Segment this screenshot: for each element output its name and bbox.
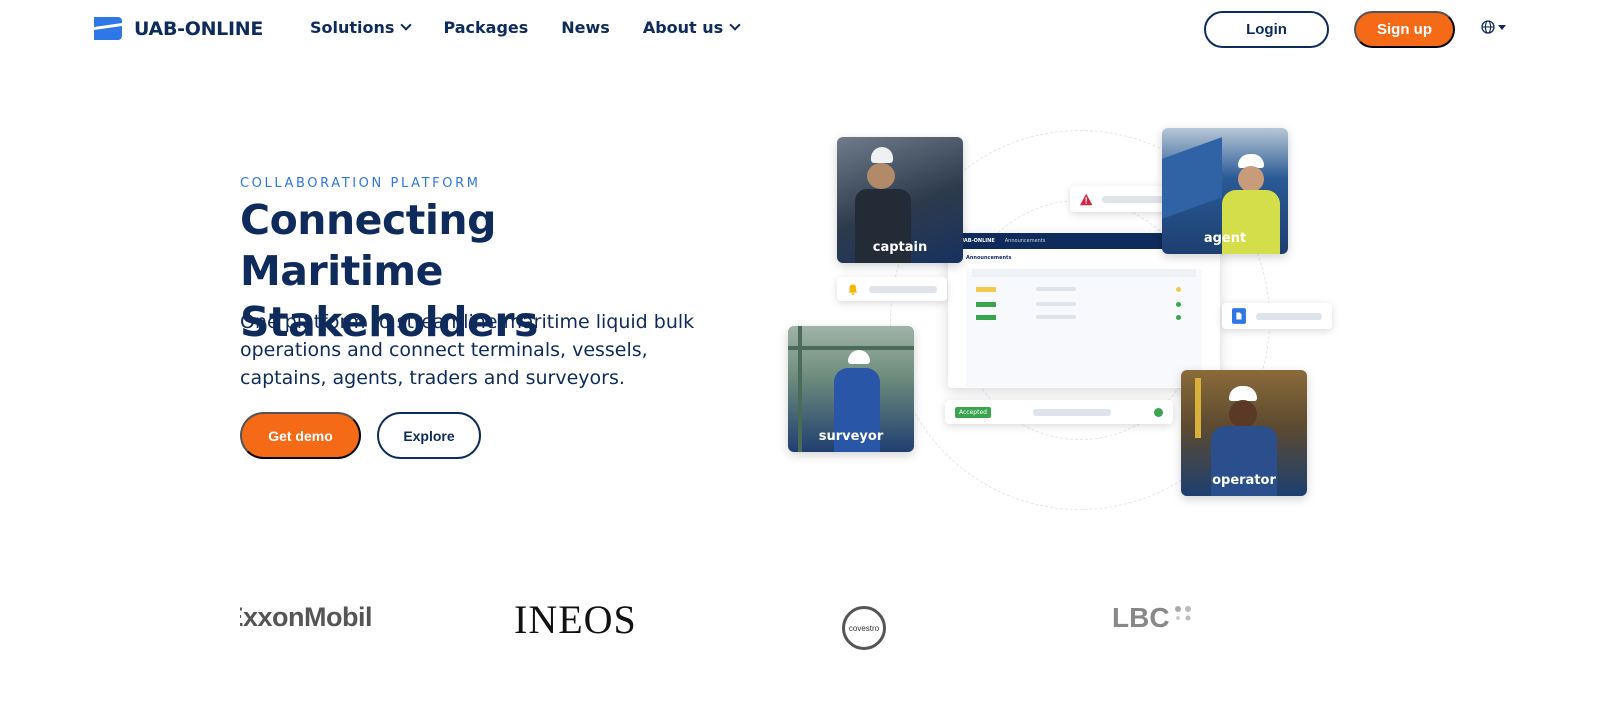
nav-solutions-label: Solutions bbox=[310, 18, 395, 37]
nav-news-label: News bbox=[561, 18, 610, 37]
hero-eyebrow: COLLABORATION PLATFORM bbox=[240, 176, 481, 191]
lbc-dots-icon bbox=[1174, 606, 1191, 621]
partner-name-exxonmobil: ExxonMobil bbox=[240, 602, 372, 632]
partner-name-ineos: INEOS bbox=[514, 597, 637, 642]
partner-logo-covestro: covestro bbox=[842, 606, 886, 650]
brand-logo-icon bbox=[94, 17, 122, 40]
partner-logos: ExxonMobil INEOS covestro LBC bbox=[0, 590, 1600, 660]
dashboard-tab: Announcements bbox=[1004, 238, 1046, 244]
caret-down-icon bbox=[1498, 24, 1506, 30]
bell-notification bbox=[837, 277, 947, 301]
surveyor-photo: surveyor bbox=[788, 326, 914, 452]
partner-name-lbc: LBC bbox=[1112, 602, 1170, 633]
dashboard-brand: UAB-ONLINE bbox=[960, 238, 995, 244]
document-notification bbox=[1222, 303, 1332, 329]
login-button[interactable]: Login bbox=[1204, 11, 1329, 48]
nav-news[interactable]: News bbox=[561, 18, 610, 37]
main-nav: Solutions Packages News About us bbox=[310, 18, 741, 37]
globe-icon bbox=[1481, 20, 1495, 34]
accepted-badge: Accepted bbox=[955, 406, 991, 418]
explore-button[interactable]: Explore bbox=[377, 412, 481, 459]
hero-description: One platform to streamline maritime liqu… bbox=[240, 311, 695, 389]
hero-illustration: UAB-ONLINE Announcements Announcements A… bbox=[788, 120, 1370, 530]
language-selector[interactable] bbox=[1481, 20, 1506, 34]
warning-icon bbox=[1080, 193, 1093, 205]
get-demo-button[interactable]: Get demo bbox=[240, 412, 361, 459]
agent-photo: agent bbox=[1162, 128, 1288, 254]
partner-logo-lbc: LBC bbox=[1112, 602, 1194, 634]
role-label-surveyor: surveyor bbox=[818, 429, 884, 444]
nav-solutions[interactable]: Solutions bbox=[310, 18, 413, 37]
operator-photo: operator bbox=[1181, 370, 1307, 496]
role-label-operator: operator bbox=[1212, 473, 1276, 488]
status-row: Accepted bbox=[945, 400, 1173, 424]
nav-packages[interactable]: Packages bbox=[443, 18, 528, 37]
site-header: UAB-ONLINE Solutions Packages News About… bbox=[0, 0, 1600, 58]
role-label-captain: captain bbox=[872, 240, 928, 255]
partner-logo-exxonmobil: ExxonMobil bbox=[240, 602, 372, 633]
chevron-down-icon bbox=[400, 19, 413, 31]
nav-about-us[interactable]: About us bbox=[642, 18, 741, 37]
nav-about-us-label: About us bbox=[642, 18, 724, 37]
nav-packages-label: Packages bbox=[443, 18, 529, 37]
document-icon bbox=[1232, 308, 1246, 324]
partner-logo-ineos: INEOS bbox=[514, 596, 637, 643]
bell-icon bbox=[848, 284, 858, 295]
signup-button[interactable]: Sign up bbox=[1354, 11, 1455, 48]
captain-photo: captain bbox=[837, 137, 963, 263]
brand-name: UAB-ONLINE bbox=[134, 17, 264, 40]
role-label-agent: agent bbox=[1203, 231, 1247, 246]
brand-logo[interactable]: UAB-ONLINE bbox=[92, 15, 263, 42]
chevron-down-icon bbox=[729, 19, 741, 31]
dashboard-table bbox=[966, 269, 1202, 387]
partner-name-covestro: covestro bbox=[848, 623, 880, 633]
dashboard-mockup: UAB-ONLINE Announcements Announcements bbox=[948, 233, 1220, 388]
